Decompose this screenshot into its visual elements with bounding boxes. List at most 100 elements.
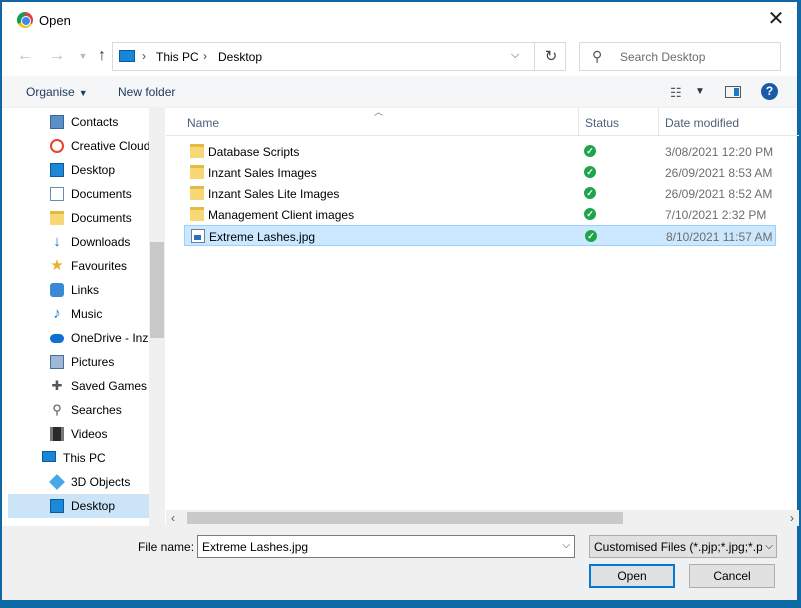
scroll-right-icon[interactable]: › [790, 511, 794, 525]
view-details-icon[interactable]: ☷ [670, 85, 682, 101]
file-date-modified: 7/10/2021 2:32 PM [665, 208, 767, 222]
breadcrumb-this-pc[interactable]: This PC [156, 50, 199, 64]
organise-button[interactable]: Organise ▼ [26, 85, 88, 99]
sidebar-item-pictures[interactable]: Pictures [8, 350, 149, 374]
column-divider[interactable] [658, 108, 659, 136]
sidebar-item-desktop[interactable]: Desktop [8, 494, 149, 518]
scrollbar-thumb[interactable] [150, 242, 164, 338]
search-placeholder: Search Desktop [620, 50, 706, 64]
file-date-modified: 26/09/2021 8:53 AM [665, 166, 773, 180]
searches-icon: ⚲ [52, 402, 62, 417]
file-list-pane: ︿ Name Status Date modified Database Scr… [166, 107, 799, 526]
sidebar-item-links[interactable]: Links [8, 278, 149, 302]
sidebar-item-videos[interactable]: Videos [8, 422, 149, 446]
sort-ascending-icon: ︿ [374, 107, 384, 117]
file-type-value: Customised Files (*.pjp;*.jpg;*.p [594, 540, 763, 554]
sidebar-item-label: Favourites [71, 259, 128, 273]
sidebar-item-saved-games[interactable]: ✚ Saved Games [8, 374, 149, 398]
column-divider[interactable] [578, 108, 579, 136]
onedrive-icon [50, 334, 64, 343]
image-file-icon [191, 229, 205, 243]
star-icon: ★ [50, 257, 64, 274]
back-arrow-icon[interactable]: ← [15, 46, 35, 66]
refresh-icon[interactable]: ↻ [534, 43, 567, 70]
sidebar-item-3d-objects[interactable]: 3D Objects [8, 470, 149, 494]
view-options-dropdown-icon[interactable]: ▼ [695, 86, 705, 97]
chevron-down-icon[interactable]: ⌵ [562, 540, 570, 551]
sidebar-item-this-pc[interactable]: This PC [8, 446, 149, 470]
scroll-left-icon[interactable]: ‹ [171, 511, 175, 525]
sidebar-item-label: Contacts [71, 115, 119, 129]
folder-icon [190, 144, 204, 158]
sidebar-item-label: Documents [71, 211, 132, 225]
sidebar-item-label: Searches [71, 403, 122, 417]
title-bar: Open ✕ [2, 2, 797, 36]
navigation-pane: Contacts Creative Cloud Desktop Documents Do… [8, 108, 165, 526]
cancel-button[interactable]: Cancel [689, 564, 775, 588]
videos-icon [50, 427, 64, 441]
file-type-select[interactable]: Customised Files (*.pjp;*.jpg;*.p ⌵ [589, 535, 777, 558]
folder-icon [190, 165, 204, 179]
sidebar-item-label: Links [71, 283, 100, 297]
help-icon[interactable]: ? [761, 83, 778, 100]
desktop-icon [50, 499, 64, 513]
sidebar-item-label: Desktop [71, 163, 116, 177]
3d-objects-icon [49, 474, 65, 490]
dialog-footer: File name: Extreme Lashes.jpg ⌵ Customis… [2, 526, 797, 603]
sidebar-item-label: Saved Games [71, 379, 148, 393]
chevron-down-icon[interactable]: ⌵ [762, 536, 776, 557]
scrollbar-thumb[interactable] [187, 512, 623, 524]
horizontal-scrollbar[interactable]: ‹ › [166, 510, 799, 526]
sidebar-item-label: Desktop [71, 499, 116, 513]
sidebar-item-label: Videos [71, 427, 108, 441]
links-icon [50, 283, 64, 297]
sidebar-item-label: Creative Cloud [71, 139, 149, 153]
navigation-scrollbar[interactable] [149, 108, 165, 526]
column-status[interactable]: Status [585, 116, 619, 130]
sidebar-item-label: OneDrive - Inza [71, 331, 149, 345]
column-name[interactable]: Name [187, 116, 219, 130]
address-dropdown-icon[interactable]: ⌵ [511, 49, 519, 62]
chrome-icon [17, 12, 33, 28]
sidebar-item-documents[interactable]: Documents [8, 182, 149, 206]
creative-cloud-icon [50, 139, 64, 153]
pictures-icon [50, 355, 64, 369]
forward-arrow-icon[interactable]: → [47, 46, 67, 66]
file-date-modified: 26/09/2021 8:52 AM [665, 187, 773, 201]
sidebar-item-downloads[interactable]: ↓ Downloads [8, 230, 149, 254]
sidebar-item-desktop[interactable]: Desktop [8, 158, 149, 182]
open-button[interactable]: Open [589, 564, 675, 588]
sidebar-item-onedrive-inza[interactable]: OneDrive - Inza [8, 326, 149, 350]
close-icon[interactable]: ✕ [765, 8, 787, 30]
sidebar-item-music[interactable]: ♪ Music [8, 302, 149, 326]
table-row[interactable]: Management Client images ✓ 7/10/2021 2:32 … [184, 204, 776, 225]
file-name-input[interactable]: Extreme Lashes.jpg ⌵ [197, 535, 575, 558]
table-row[interactable]: Database Scripts ✓ 3/08/2021 12:20 PM [184, 141, 776, 162]
preview-pane-icon[interactable] [725, 86, 741, 98]
breadcrumb-chevron-icon[interactable]: › [203, 49, 207, 63]
table-row[interactable]: Inzant Sales Lite Images ✓ 26/09/2021 8:52… [184, 183, 776, 204]
sidebar-item-searches[interactable]: ⚲ Searches [8, 398, 149, 422]
column-date-modified[interactable]: Date modified [665, 116, 739, 130]
table-row[interactable]: Extreme Lashes.jpg ✓ 8/10/2021 11:57 AM [184, 225, 776, 246]
recent-locations-chevron-icon[interactable]: ▼ [73, 46, 93, 66]
address-bar[interactable]: › This PC › Desktop ⌵ ↻ [112, 42, 566, 71]
file-date-modified: 3/08/2021 12:20 PM [665, 145, 774, 159]
music-icon: ♪ [53, 305, 61, 322]
new-folder-button[interactable]: New folder [118, 85, 175, 99]
folder-icon [50, 211, 64, 225]
sidebar-item-creative-cloud[interactable]: Creative Cloud [8, 134, 149, 158]
sidebar-item-documents[interactable]: Documents [8, 206, 149, 230]
up-arrow-icon[interactable]: ↑ [92, 46, 112, 66]
documents-icon [50, 187, 64, 201]
sync-status-ok-icon: ✓ [584, 145, 596, 157]
breadcrumb-desktop[interactable]: Desktop [218, 50, 262, 64]
file-name-value[interactable]: Extreme Lashes.jpg [202, 540, 308, 554]
breadcrumb-chevron-icon[interactable]: › [142, 49, 146, 63]
command-bar: Organise ▼ New folder ☷ ▼ ? [2, 76, 797, 108]
sidebar-item-favourites[interactable]: ★ Favourites [8, 254, 149, 278]
search-box[interactable]: ⚲ Search Desktop [579, 42, 781, 71]
table-row[interactable]: Inzant Sales Images ✓ 26/09/2021 8:53 AM [184, 162, 776, 183]
sidebar-item-label: 3D Objects [71, 475, 131, 489]
sidebar-item-contacts[interactable]: Contacts [8, 110, 149, 134]
